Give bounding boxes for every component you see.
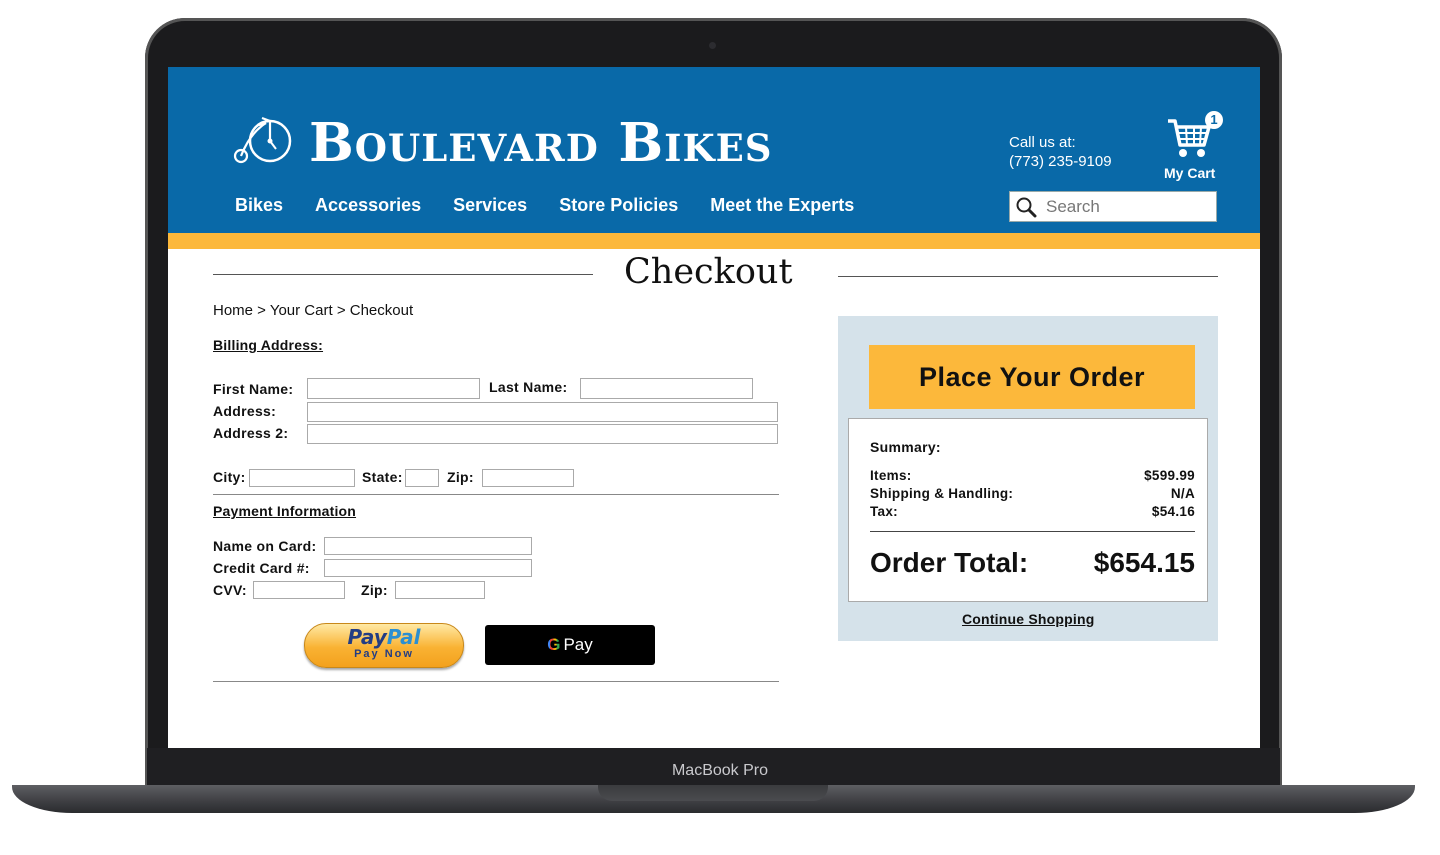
google-g-icon: G bbox=[547, 635, 561, 654]
address-field[interactable] bbox=[307, 402, 778, 422]
breadcrumb[interactable]: Home > Your Cart > Checkout bbox=[213, 302, 413, 319]
payment-divider bbox=[213, 681, 779, 682]
contact-info: Call us at: (773) 235-9109 bbox=[1009, 133, 1112, 171]
header-accent-bar bbox=[168, 233, 1260, 249]
shipping-value: N/A bbox=[1170, 486, 1195, 501]
billing-zip-label: Zip: bbox=[447, 469, 474, 485]
cart-count-badge: 1 bbox=[1205, 111, 1223, 129]
credit-card-label: Credit Card #: bbox=[213, 560, 310, 576]
last-name-label: Last Name: bbox=[489, 379, 568, 395]
address2-field[interactable] bbox=[307, 424, 778, 444]
credit-card-field[interactable] bbox=[324, 559, 532, 577]
tax-label: Tax: bbox=[870, 504, 898, 519]
order-total-row: Order Total: $654.15 bbox=[870, 547, 1195, 579]
state-label: State: bbox=[362, 469, 403, 485]
order-summary-panel: Place Your Order Summary: Items: $599.99… bbox=[838, 316, 1218, 641]
google-pay-button[interactable]: G Pay bbox=[485, 625, 655, 665]
title-rule-right bbox=[838, 276, 1218, 277]
order-total-value: $654.15 bbox=[1093, 547, 1195, 578]
address2-label: Address 2: bbox=[213, 425, 289, 441]
search-input[interactable] bbox=[1046, 195, 1211, 219]
paypal-logo-pay: Pay bbox=[347, 625, 387, 649]
last-name-field[interactable] bbox=[580, 378, 753, 399]
google-pay-label: Pay bbox=[563, 635, 593, 654]
nav-bikes[interactable]: Bikes bbox=[235, 195, 283, 216]
penny-farthing-bike-icon bbox=[233, 116, 292, 164]
page-title: Checkout bbox=[624, 252, 793, 292]
nav-services[interactable]: Services bbox=[453, 195, 527, 216]
phone-number[interactable]: (773) 235-9109 bbox=[1009, 152, 1112, 171]
summary-divider bbox=[870, 531, 1195, 532]
cvv-field[interactable] bbox=[253, 581, 345, 599]
state-field[interactable] bbox=[405, 469, 439, 487]
name-on-card-field[interactable] bbox=[324, 537, 532, 555]
items-value: $599.99 bbox=[1144, 468, 1195, 483]
place-order-button[interactable]: Place Your Order bbox=[869, 345, 1195, 409]
device-label: MacBook Pro bbox=[671, 762, 769, 779]
summary-card: Summary: Items: $599.99 Shipping & Handl… bbox=[848, 418, 1208, 602]
main-nav: Bikes Accessories Services Store Policie… bbox=[235, 195, 886, 216]
call-label: Call us at: bbox=[1009, 134, 1076, 151]
name-on-card-label: Name on Card: bbox=[213, 538, 317, 554]
laptop-notch bbox=[598, 785, 828, 801]
nav-accessories[interactable]: Accessories bbox=[315, 195, 421, 216]
address-label: Address: bbox=[213, 403, 277, 419]
payment-section-title: Payment Information bbox=[213, 503, 357, 519]
first-name-label: First Name: bbox=[213, 381, 294, 397]
paypal-logo-pal: Pal bbox=[386, 625, 421, 649]
search-icon[interactable] bbox=[1015, 196, 1037, 218]
city-label: City: bbox=[213, 469, 246, 485]
tax-row: Tax: $54.16 bbox=[870, 504, 1195, 519]
nav-store-policies[interactable]: Store Policies bbox=[559, 195, 678, 216]
payment-zip-label: Zip: bbox=[361, 582, 388, 598]
nav-meet-the-experts[interactable]: Meet the Experts bbox=[710, 195, 854, 216]
billing-zip-field[interactable] bbox=[482, 469, 574, 487]
summary-title: Summary: bbox=[870, 439, 941, 455]
city-field[interactable] bbox=[249, 469, 355, 487]
site-header: Boulevard Bikes Bikes Accessories Servic… bbox=[168, 67, 1260, 233]
cart-label: My Cart bbox=[1164, 165, 1216, 181]
screen: Boulevard Bikes Bikes Accessories Servic… bbox=[168, 67, 1260, 748]
search-box bbox=[1009, 191, 1217, 222]
cvv-label: CVV: bbox=[213, 582, 247, 598]
paypal-pay-now-label: Pay Now bbox=[354, 648, 414, 660]
title-rule-left bbox=[213, 274, 593, 275]
continue-shopping-link[interactable]: Continue Shopping bbox=[962, 611, 1094, 627]
items-row: Items: $599.99 bbox=[870, 468, 1195, 483]
paypal-logo: PayPal bbox=[305, 626, 463, 648]
order-total-label: Order Total: bbox=[870, 547, 1029, 578]
billing-divider bbox=[213, 494, 779, 495]
payment-zip-field[interactable] bbox=[395, 581, 485, 599]
first-name-field[interactable] bbox=[307, 378, 480, 399]
my-cart-button[interactable]: 1 My Cart bbox=[1164, 111, 1228, 181]
shipping-row: Shipping & Handling: N/A bbox=[870, 486, 1195, 501]
camera-dot bbox=[709, 42, 716, 49]
billing-section-title: Billing Address: bbox=[213, 337, 324, 353]
tax-value: $54.16 bbox=[1151, 504, 1195, 519]
paypal-pay-now-button[interactable]: PayPal Pay Now bbox=[304, 623, 464, 668]
shipping-label: Shipping & Handling: bbox=[870, 486, 1014, 501]
site-logo-text[interactable]: Boulevard Bikes bbox=[309, 112, 773, 174]
items-label: Items: bbox=[870, 468, 912, 483]
